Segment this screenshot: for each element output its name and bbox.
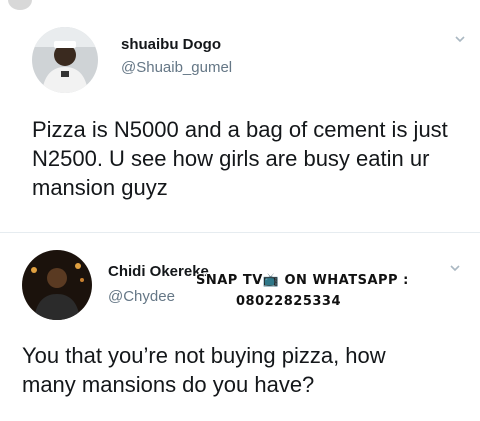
avatar[interactable] (22, 250, 92, 320)
tweet-2[interactable]: Chidi Okereke @Chydee You that you’re no… (0, 233, 480, 421)
chevron-down-icon[interactable] (455, 34, 465, 44)
user-handle[interactable]: @Chydee (108, 288, 175, 305)
profile-photo-icon (32, 27, 98, 93)
profile-photo-icon (22, 250, 92, 320)
chevron-down-icon[interactable] (450, 263, 460, 273)
watermark-line-1: SNAP TV📺 ON WHATSAPP : (196, 273, 409, 288)
avatar[interactable] (32, 27, 98, 93)
tweet-text: Pizza is N5000 and a bag of cement is ju… (32, 117, 448, 200)
user-handle[interactable]: @Shuaib_gumel (121, 59, 232, 76)
tweet-1[interactable]: shuaibu Dogo @Shuaib_gumel Pizza is N500… (0, 0, 480, 232)
tweet-text: You that you’re not buying pizza, how ma… (22, 343, 386, 397)
watermark-line-2: 08022825334 (236, 294, 341, 309)
display-name[interactable]: shuaibu Dogo (121, 36, 221, 53)
display-name[interactable]: Chidi Okereke (108, 263, 209, 280)
